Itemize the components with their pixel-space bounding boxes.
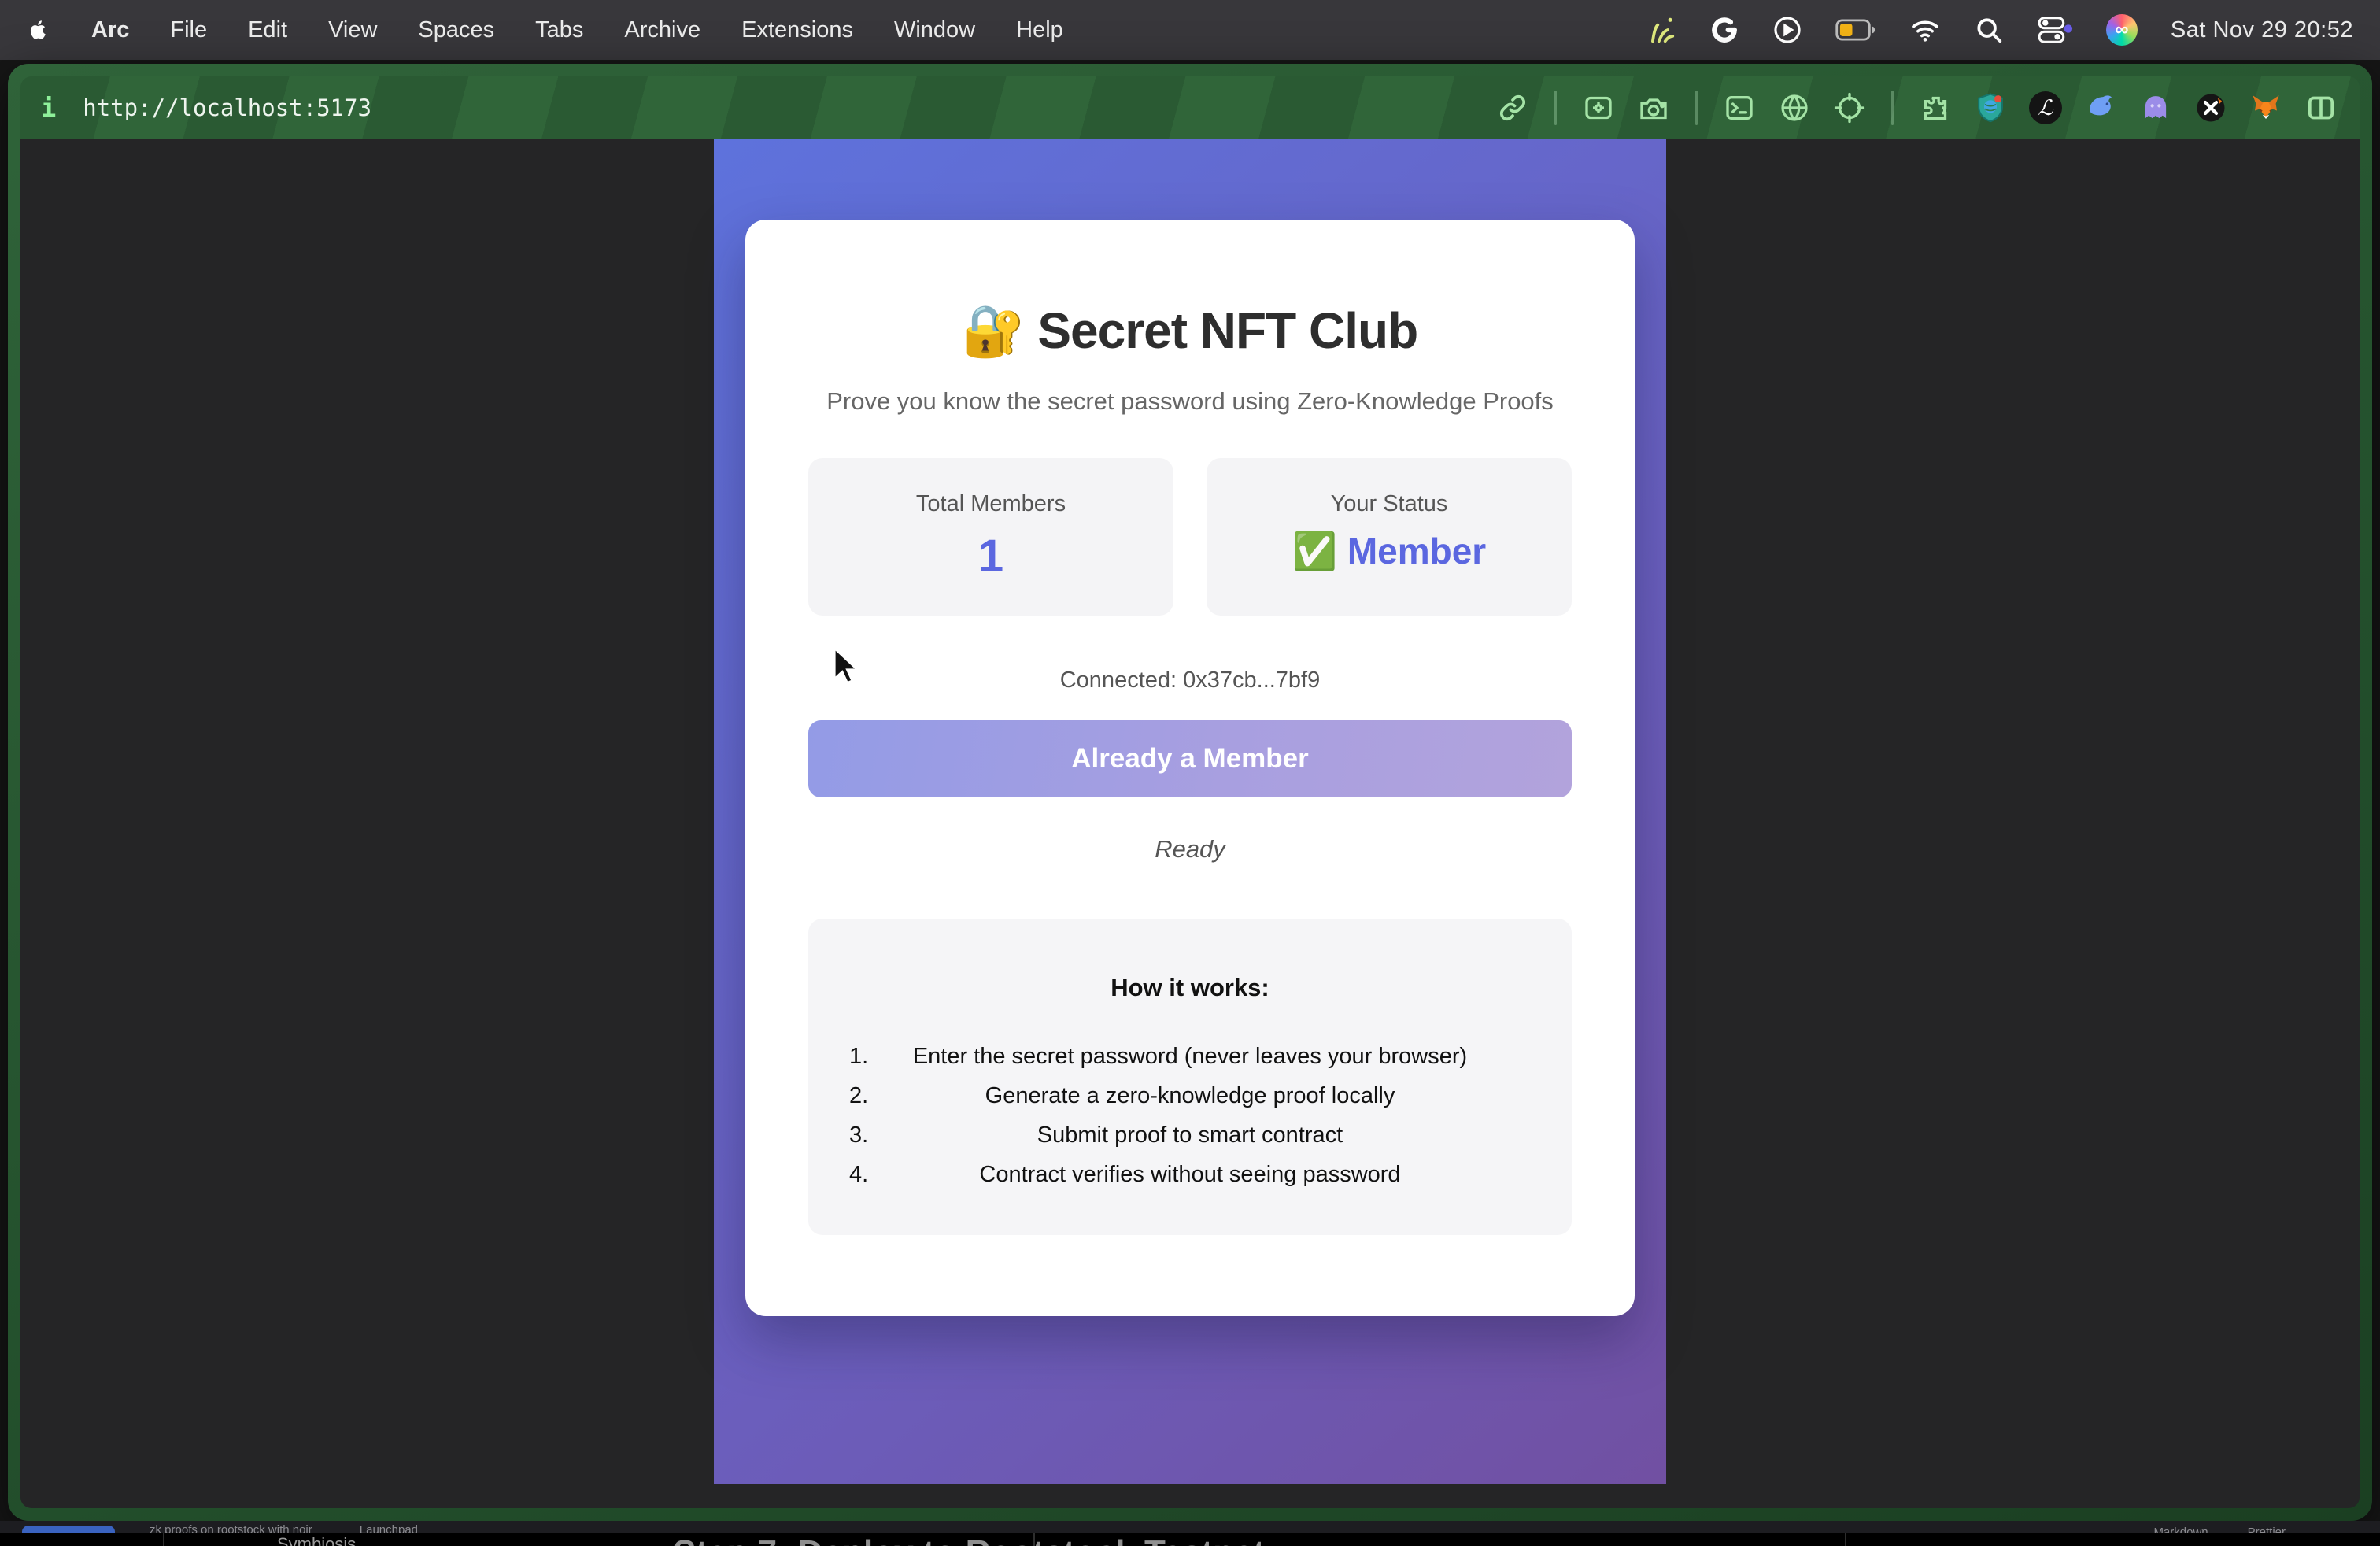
grammarly-icon[interactable] <box>1709 14 1739 46</box>
document-tab-label: Symbiosis <box>277 1534 356 1546</box>
phantom-wallet-icon[interactable] <box>2138 90 2174 126</box>
list-item: 3.Submit proof to smart contract <box>808 1115 1572 1155</box>
strip-divider <box>1845 1533 1846 1546</box>
script-l-extension-icon[interactable]: ℒ <box>2027 90 2064 126</box>
total-members-value: 1 <box>808 530 1173 583</box>
how-it-works-list: 1.Enter the secret password (never leave… <box>808 1037 1572 1194</box>
page-subtitle: Prove you know the secret password using… <box>808 387 1572 416</box>
vscode-status-bar: zk proofs on rootstock with noir Launchp… <box>0 1521 2380 1533</box>
menu-window[interactable]: Window <box>894 17 975 43</box>
battery-icon[interactable] <box>1835 14 1876 46</box>
strip-divider <box>1033 1533 1035 1546</box>
site-info-icon[interactable]: i <box>41 93 56 123</box>
toolbar-divider <box>1891 91 1894 125</box>
browser-toolbar: i http://localhost:5173 <box>20 76 2360 139</box>
status-text: Ready <box>808 835 1572 864</box>
already-member-button[interactable]: Already a Member <box>808 720 1572 797</box>
arc-browser-window: i http://localhost:5173 <box>8 64 2372 1521</box>
menu-help[interactable]: Help <box>1016 17 1063 43</box>
menu-tabs[interactable]: Tabs <box>535 17 583 43</box>
vscode-formatter-label: Prettier <box>2248 1526 2286 1534</box>
toolbar-divider <box>1554 91 1557 125</box>
menu-spaces[interactable]: Spaces <box>418 17 494 43</box>
split-view-icon[interactable] <box>2303 90 2339 126</box>
your-status-box: Your Status ✅ Member <box>1207 458 1572 616</box>
vscode-mid-label: Launchpad <box>360 1523 418 1534</box>
mouse-cursor <box>832 645 867 688</box>
link-icon[interactable] <box>1495 90 1531 126</box>
vscode-branch-label: zk proofs on rootstock with noir <box>150 1523 312 1534</box>
control-center-icon[interactable] <box>2037 14 2073 46</box>
url-bar[interactable]: i http://localhost:5173 <box>41 93 371 123</box>
desktop: Arc File Edit View Spaces Tabs Archive E… <box>0 0 2380 1546</box>
how-it-works-box: How it works: 1.Enter the secret passwor… <box>808 919 1572 1235</box>
your-status-label: Your Status <box>1207 491 1572 517</box>
vscode-language-label: Markdown <box>2153 1526 2208 1534</box>
menu-file[interactable]: File <box>170 17 207 43</box>
secret-nft-club-page: 🔐 Secret NFT Club Prove you know the sec… <box>714 139 1666 1484</box>
url-text[interactable]: http://localhost:5173 <box>83 94 371 121</box>
metamask-icon[interactable] <box>2248 90 2284 126</box>
strip-divider <box>163 1533 164 1546</box>
menu-view[interactable]: View <box>328 17 377 43</box>
rabby-wallet-icon[interactable] <box>2082 90 2119 126</box>
page-title: 🔐 Secret NFT Club <box>808 301 1572 361</box>
search-icon[interactable] <box>1974 14 2004 46</box>
list-item: 2.Generate a zero-knowledge proof locall… <box>808 1076 1572 1115</box>
connected-address: Connected: 0x37cb...7bf9 <box>808 668 1572 693</box>
terminal-icon[interactable] <box>1721 90 1757 126</box>
total-members-box: Total Members 1 <box>808 458 1173 616</box>
your-status-value: ✅ Member <box>1207 530 1572 573</box>
browser-viewport: 🔐 Secret NFT Club Prove you know the sec… <box>20 139 2360 1508</box>
x-extension-icon[interactable] <box>2193 90 2229 126</box>
media-icon[interactable] <box>1580 90 1617 126</box>
shield-extension-icon[interactable] <box>1972 90 2009 126</box>
document-heading: Step 7: Deploy to Rootstock Testnet <box>673 1533 1265 1546</box>
background-window-strip[interactable]: zk proofs on rootstock with noir Launchp… <box>0 1521 2380 1546</box>
stats-row: Total Members 1 Your Status ✅ Member <box>808 458 1572 616</box>
menu-arc[interactable]: Arc <box>91 17 129 43</box>
extensions-puzzle-icon[interactable] <box>1917 90 1953 126</box>
menu-extensions[interactable]: Extensions <box>741 17 853 43</box>
app-chart-icon[interactable] <box>1646 14 1676 46</box>
toolbar-divider <box>1695 91 1698 125</box>
menu-bar-clock[interactable]: Sat Nov 29 20:52 <box>2171 17 2353 43</box>
infinity-app-icon[interactable]: ∞ <box>2106 14 2138 46</box>
apple-menu-icon[interactable] <box>27 18 50 42</box>
camera-icon[interactable] <box>1635 90 1672 126</box>
document-strip: Symbiosis Step 7: Deploy to Rootstock Te… <box>0 1533 2380 1546</box>
globe-icon[interactable] <box>1776 90 1813 126</box>
play-circle-icon[interactable] <box>1772 14 1802 46</box>
crosshair-icon[interactable] <box>1831 90 1868 126</box>
list-item: 4.Contract verifies without seeing passw… <box>808 1155 1572 1194</box>
list-item: 1.Enter the secret password (never leave… <box>808 1037 1572 1076</box>
wifi-icon[interactable] <box>1909 14 1941 46</box>
menu-edit[interactable]: Edit <box>248 17 287 43</box>
how-it-works-title: How it works: <box>808 974 1572 1002</box>
main-card: 🔐 Secret NFT Club Prove you know the sec… <box>745 220 1635 1316</box>
menu-bar: Arc File Edit View Spaces Tabs Archive E… <box>0 0 2380 60</box>
menu-archive[interactable]: Archive <box>624 17 700 43</box>
total-members-label: Total Members <box>808 491 1173 517</box>
